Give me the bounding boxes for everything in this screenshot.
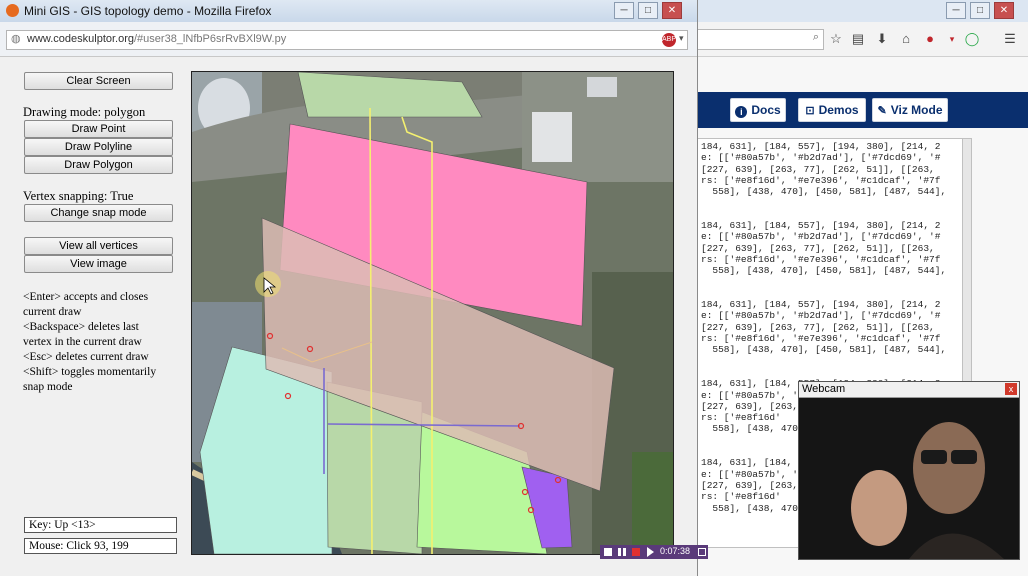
url-bar[interactable]: ◍ www.codeskulptor.org/#user38_lNfbP6srR…: [6, 30, 688, 50]
hamburger-menu-icon[interactable]: ☰: [1002, 31, 1018, 47]
webcam-video: [799, 398, 1019, 559]
window-titlebar: Mini GIS - GIS topology demo - Mozilla F…: [0, 0, 697, 22]
search-icon: ⌕: [812, 31, 819, 43]
recording-time: 0:07:38: [660, 546, 691, 556]
pause-icon[interactable]: [618, 548, 626, 556]
key-status: Key: Up <13>: [24, 517, 177, 533]
bg-close-button[interactable]: ✕: [994, 2, 1014, 19]
url-row: ◍ www.codeskulptor.org/#user38_lNfbP6srR…: [0, 22, 697, 57]
webcam-toggle-icon[interactable]: [604, 548, 612, 556]
stop-icon[interactable]: [632, 548, 640, 556]
webcam-titlebar: Webcam x: [799, 382, 1019, 398]
help-line: <Enter> accepts and closes: [23, 291, 149, 303]
help-line: snap mode: [23, 381, 73, 393]
play-icon[interactable]: [647, 547, 654, 557]
drawing-mode-label: Drawing mode: polygon: [23, 105, 146, 119]
adblock-menu-arrow-icon[interactable]: ▾: [944, 31, 960, 47]
draw-polyline-button[interactable]: Draw Polyline: [24, 138, 173, 156]
url-host: www.codeskulptor.org: [27, 33, 134, 45]
docs-label: Docs: [751, 103, 781, 117]
change-snap-mode-button[interactable]: Change snap mode: [24, 204, 173, 222]
main-browser-window: Mini GIS - GIS topology demo - Mozilla F…: [0, 0, 698, 576]
draw-point-button[interactable]: Draw Point: [24, 120, 173, 138]
demos-icon: ⊡: [805, 105, 815, 117]
adblock-icon[interactable]: ●: [922, 31, 938, 47]
glasses: [921, 450, 947, 464]
demos-button[interactable]: ⊡ Demos: [798, 98, 866, 122]
info-icon: i: [735, 106, 748, 118]
view-image-button[interactable]: View image: [24, 255, 173, 273]
clear-screen-button[interactable]: Clear Screen: [24, 72, 173, 90]
warehouse: [532, 112, 572, 162]
chevron-down-icon[interactable]: ▾: [679, 33, 684, 44]
wrench-icon: ✎: [877, 105, 887, 117]
close-button[interactable]: ✕: [662, 2, 682, 19]
webcam-close-button[interactable]: x: [1005, 383, 1017, 395]
url-text: www.codeskulptor.org/#user38_lNfbP6srRvB…: [27, 33, 286, 45]
codeskulptor-header: i Docs ⊡ Demos ✎ Viz Mode: [690, 92, 1028, 128]
viz-mode-label: Viz Mode: [890, 103, 943, 117]
vertex-snapping-label: Vertex snapping: True: [23, 189, 134, 203]
help-line: <Backspace> deletes last: [23, 321, 139, 333]
demos-label: Demos: [818, 103, 859, 117]
bookmark-star-icon[interactable]: ☆: [828, 31, 844, 47]
url-path: /#user38_lNfbP6srRvBXl9W.py: [134, 33, 287, 45]
window-title: Mini GIS - GIS topology demo - Mozilla F…: [24, 4, 272, 18]
map-canvas[interactable]: [191, 71, 674, 555]
webcam-title: Webcam: [802, 383, 846, 395]
vegetation: [632, 452, 673, 554]
firefox-icon: [6, 4, 19, 17]
help-line: <Shift> toggles momentarily: [23, 366, 157, 378]
download-icon[interactable]: ⬇: [874, 31, 890, 47]
minimize-button[interactable]: ─: [614, 2, 634, 19]
webcam-window[interactable]: Webcam x: [798, 381, 1020, 560]
help-text: <Enter> accepts and closes current draw …: [23, 290, 173, 395]
reading-list-icon[interactable]: ▤: [850, 31, 866, 47]
screen-recorder-bar: 0:07:38: [600, 545, 708, 559]
bg-titlebar: ─ □ ✕: [690, 0, 1028, 22]
mouse-status: Mouse: Click 93, 199: [24, 538, 177, 554]
draw-polygon-button[interactable]: Draw Polygon: [24, 156, 173, 174]
help-line: <Esc> deletes current draw: [23, 351, 149, 363]
globe-icon: ◍: [11, 33, 21, 45]
home-icon[interactable]: ⌂: [898, 31, 914, 47]
help-line: current draw: [23, 306, 82, 318]
help-line: vertex in the current draw: [23, 336, 142, 348]
viz-mode-button[interactable]: ✎ Viz Mode: [872, 98, 948, 122]
bg-url-bar[interactable]: ⌕: [694, 29, 824, 50]
bg-toolbar: ⌕ ☆ ▤ ⬇ ⌂ ● ▾ ◯ ☰: [690, 22, 1028, 57]
view-all-vertices-button[interactable]: View all vertices: [24, 237, 173, 255]
glasses: [951, 450, 977, 464]
bg-minimize-button[interactable]: ─: [946, 2, 966, 19]
recorder-menu-icon[interactable]: [698, 548, 706, 556]
map-svg: [192, 72, 673, 554]
adblock-icon[interactable]: ABP: [662, 33, 676, 47]
bg-maximize-button[interactable]: □: [970, 2, 990, 19]
extension-icon[interactable]: ◯: [964, 31, 980, 47]
video-background: [799, 398, 1019, 559]
warehouse: [587, 77, 617, 97]
maximize-button[interactable]: □: [638, 2, 658, 19]
docs-button[interactable]: i Docs: [730, 98, 786, 122]
person-hand: [851, 470, 907, 546]
person-face: [913, 422, 985, 514]
